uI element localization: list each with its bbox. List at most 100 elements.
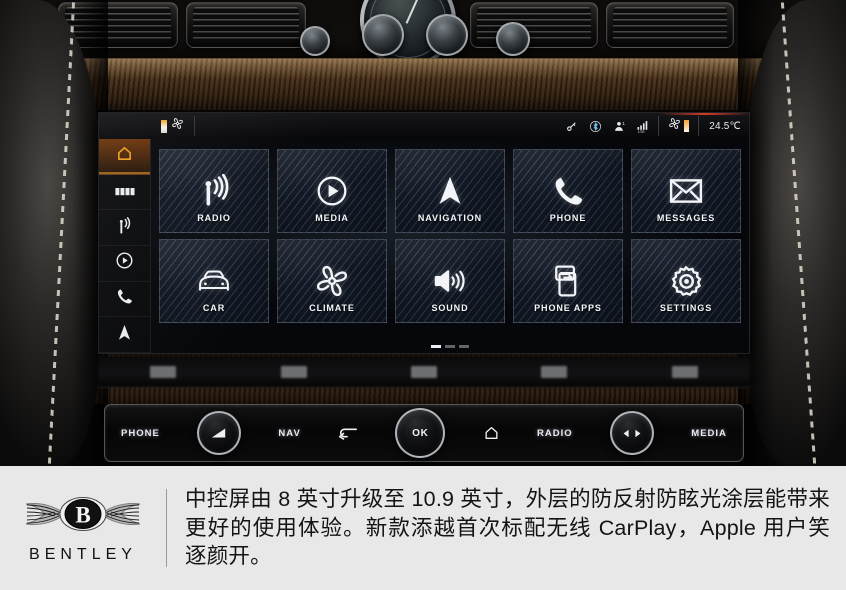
- air-vent-right-1: [470, 2, 598, 48]
- climate-strip-icon[interactable]: [150, 365, 177, 378]
- sidebar-item-home[interactable]: [99, 139, 150, 175]
- sidebar-item-radio[interactable]: [99, 210, 150, 247]
- fan-icon-secondary: [668, 117, 681, 135]
- status-bar-left-spacer: [99, 113, 151, 139]
- home-tile-grid: RADIO MEDIA NAVIGATION PHONE MESSAGES CA…: [151, 139, 749, 353]
- svg-text:LTE: LTE: [638, 130, 645, 133]
- tile-label: MESSAGES: [656, 213, 716, 223]
- page-dot-1[interactable]: [431, 345, 441, 348]
- media-button[interactable]: MEDIA: [691, 428, 727, 439]
- vent-knob-1[interactable]: [362, 14, 404, 56]
- climate-level-bar-2: [684, 120, 690, 132]
- tile-row-1: RADIO MEDIA NAVIGATION PHONE MESSAGES: [159, 149, 741, 233]
- radio-button[interactable]: RADIO: [537, 428, 573, 439]
- caption-bar: B BENTLEY 中控屏由 8 英寸升级至 10.9 英寸，外层的防反射防眩光…: [0, 466, 846, 590]
- tile-label: CLIMATE: [309, 303, 355, 313]
- seek-knob[interactable]: [609, 411, 654, 455]
- tile-label: RADIO: [197, 213, 231, 223]
- sidebar-item-apps[interactable]: [99, 175, 150, 211]
- physical-control-panel: PHONE NAV OK RADIO MEDIA: [104, 404, 744, 462]
- tile-label: CAR: [202, 303, 226, 313]
- temperature-readout: 24.5℃: [709, 120, 741, 132]
- tile-navigation[interactable]: NAVIGATION: [395, 149, 505, 233]
- svg-text:1: 1: [623, 120, 626, 126]
- page-dot-3[interactable]: [459, 345, 469, 348]
- volume-knob[interactable]: [197, 411, 242, 455]
- play-circle-icon: [115, 251, 134, 275]
- tile-phone[interactable]: PHONE: [513, 149, 623, 233]
- status-climate-tab[interactable]: [151, 116, 195, 136]
- tile-sound[interactable]: SOUND: [395, 239, 505, 323]
- home-icon[interactable]: [483, 425, 500, 441]
- vent-knob-0[interactable]: [300, 26, 330, 56]
- phone-projection-icon: [552, 259, 584, 303]
- sidebar-item-navigation[interactable]: [99, 317, 150, 353]
- air-vent-right-2: [606, 2, 734, 48]
- status-bar: 1 LTE 24.5℃: [99, 113, 749, 139]
- radio-tower-icon: [197, 169, 231, 213]
- phone-button[interactable]: PHONE: [121, 428, 160, 439]
- infotainment-bezel: 1 LTE 24.5℃ RADIO MEDIA NAVIGATION PHONE…: [98, 112, 750, 354]
- key-icon: [565, 120, 578, 133]
- climate-strip-icon[interactable]: [410, 365, 437, 378]
- user-profile-icon: 1: [613, 120, 626, 133]
- car-interior-photo: 1 LTE 24.5℃ RADIO MEDIA NAVIGATION PHONE…: [0, 0, 846, 466]
- red-ambient-glow: [659, 113, 749, 115]
- screenshot-root: 1 LTE 24.5℃ RADIO MEDIA NAVIGATION PHONE…: [0, 0, 846, 590]
- tile-label: NAVIGATION: [417, 213, 483, 223]
- apps-grid-icon: [114, 183, 135, 201]
- wood-trim-upper: [30, 58, 816, 110]
- contrast-stitching-right: [780, 0, 817, 466]
- fan-icon: [171, 117, 184, 135]
- caption-text: 中控屏由 8 英寸升级至 10.9 英寸，外层的防反射防眩光涂层能带来更好的使用…: [185, 487, 830, 569]
- tile-phone-apps[interactable]: PHONE APPS: [513, 239, 623, 323]
- bentley-brand-block: B BENTLEY: [0, 466, 166, 590]
- sidebar-item-phone[interactable]: [99, 282, 150, 318]
- dashboard-top: [0, 0, 846, 68]
- infotainment-screen[interactable]: 1 LTE 24.5℃ RADIO MEDIA NAVIGATION PHONE…: [99, 113, 749, 353]
- radio-tower-icon: [115, 216, 134, 240]
- vent-knob-2[interactable]: [426, 14, 468, 56]
- tile-label: SETTINGS: [659, 303, 713, 313]
- status-climate-zone[interactable]: [658, 116, 700, 136]
- climate-level-bar: [161, 119, 167, 133]
- car-front-icon: [195, 259, 233, 303]
- climate-strip-icon[interactable]: [541, 365, 568, 378]
- nav-button[interactable]: NAV: [278, 428, 300, 439]
- tile-label: SOUND: [431, 303, 469, 313]
- climate-control-strip[interactable]: [98, 356, 750, 388]
- envelope-icon: [669, 169, 703, 213]
- tile-messages[interactable]: MESSAGES: [631, 149, 741, 233]
- back-arrow-icon[interactable]: [338, 426, 358, 440]
- page-indicator[interactable]: [151, 345, 749, 348]
- speaker-waves-icon: [432, 259, 468, 303]
- tile-label: MEDIA: [315, 213, 349, 223]
- tile-media[interactable]: MEDIA: [277, 149, 387, 233]
- screen-side-rail: [99, 139, 151, 353]
- phone-handset-icon: [115, 287, 134, 311]
- tile-row-2: CAR CLIMATE SOUND PHONE APPS SETTINGS: [159, 239, 741, 323]
- bentley-wordmark: BENTLEY: [29, 545, 137, 563]
- tile-label: PHONE APPS: [534, 303, 602, 313]
- bluetooth-icon: [589, 120, 602, 133]
- play-circle-icon: [315, 169, 349, 213]
- ok-knob[interactable]: OK: [395, 408, 446, 458]
- tile-radio[interactable]: RADIO: [159, 149, 269, 233]
- sidebar-item-media[interactable]: [99, 246, 150, 282]
- home-icon: [116, 145, 133, 167]
- lte-signal-icon: LTE: [637, 120, 650, 133]
- tile-car[interactable]: CAR: [159, 239, 269, 323]
- tile-settings[interactable]: SETTINGS: [631, 239, 741, 323]
- fan-icon: [315, 259, 349, 303]
- bentley-winged-b-logo: B: [21, 493, 145, 540]
- navigation-arrow-icon: [115, 323, 134, 347]
- gear-icon: [669, 259, 703, 303]
- tile-climate[interactable]: CLIMATE: [277, 239, 387, 323]
- climate-strip-icon[interactable]: [671, 365, 698, 378]
- page-dot-2[interactable]: [445, 345, 455, 348]
- phone-handset-icon: [551, 169, 585, 213]
- climate-strip-icon[interactable]: [280, 365, 307, 378]
- vent-knob-3[interactable]: [496, 22, 530, 56]
- status-icon-group: 1 LTE: [565, 120, 658, 133]
- air-vent-left-2: [186, 2, 306, 48]
